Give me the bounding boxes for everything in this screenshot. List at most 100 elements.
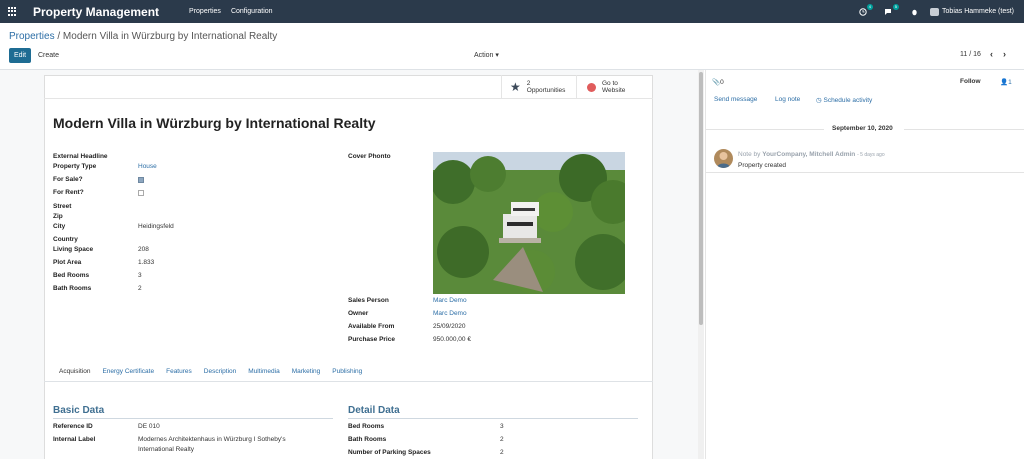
for-rent-checkbox[interactable] [138, 190, 144, 196]
followers-button[interactable]: 👤1 [1000, 78, 1012, 86]
label-purchase-price: Purchase Price [348, 336, 395, 343]
pager-next-icon[interactable]: › [1003, 49, 1006, 59]
value-bath-rooms: 2 [138, 285, 142, 292]
value-purchase-price: 950.000,00 € [433, 336, 471, 343]
action-label: Action [474, 52, 494, 59]
user-avatar [930, 7, 940, 16]
label-reference-id: Reference ID [53, 423, 93, 430]
opportunities-count: 2 [526, 80, 531, 87]
tab-publishing[interactable]: Publishing [326, 368, 368, 375]
basic-data-divider [53, 418, 333, 419]
tab-features[interactable]: Features [160, 368, 198, 375]
opportunities-label: Opportunities [526, 87, 566, 94]
notebook-tabs: Acquisition Energy Certificate Features … [53, 368, 368, 375]
label-living-space: Living Space [53, 246, 94, 253]
messages-icon[interactable]: 5 [884, 4, 900, 16]
label-parking-spaces: Number of Parking Spaces [348, 449, 431, 456]
schedule-activity-button[interactable]: ◷ Schedule activity [816, 96, 872, 104]
note-time: - 5 days ago [857, 152, 885, 158]
pager-value[interactable]: 11 / 16 [960, 51, 981, 58]
value-owner[interactable]: Marc Demo [433, 310, 467, 317]
date-divider-right [904, 129, 1024, 130]
label-street: Street [53, 203, 72, 210]
label-zip: Zip [53, 213, 63, 220]
value-city: Heidingsfeld [138, 223, 174, 230]
value-reference-id: DE 010 [138, 423, 160, 430]
star-icon: ★ [510, 79, 521, 94]
label-bath-rooms: Bath Rooms [53, 285, 92, 292]
value-detail-bed-rooms: 3 [500, 423, 504, 430]
note-prefix: Note by [738, 151, 761, 158]
value-living-space: 208 [138, 246, 149, 253]
detail-data-title: Detail Data [348, 405, 400, 416]
breadcrumb-separator: / [57, 31, 61, 42]
form-scrollbar-thumb[interactable] [699, 72, 703, 325]
website-label: Website [602, 87, 626, 94]
button-box: ★ 2 Opportunities Go to Website [44, 75, 653, 99]
send-message-button[interactable]: Send message [714, 96, 757, 103]
menu-configuration[interactable]: Configuration [231, 8, 273, 15]
label-internal-label: Internal Label [53, 436, 96, 443]
tab-energy-certificate[interactable]: Energy Certificate [96, 368, 160, 375]
tab-acquisition[interactable]: Acquisition [53, 368, 96, 375]
go-to-label: Go to [602, 80, 618, 87]
tabs-divider [44, 381, 653, 382]
tab-multimedia[interactable]: Multimedia [242, 368, 285, 375]
globe-icon [587, 82, 596, 92]
label-cover-photo: Cover Phonto [348, 153, 391, 160]
edit-button[interactable]: Edit [9, 48, 31, 63]
website-button[interactable]: Go to Website [576, 75, 653, 99]
note-body: Property created [738, 162, 787, 169]
value-internal-label-line2: International Realty [138, 446, 195, 453]
label-external-headline: External Headline [53, 153, 108, 160]
label-city: City [53, 223, 66, 230]
attachments-count: 0 [720, 79, 724, 86]
user-icon: 👤 [1000, 79, 1009, 86]
label-available-from: Available From [348, 323, 395, 330]
menu-properties[interactable]: Properties [189, 8, 221, 15]
app-grid-icon[interactable] [8, 6, 18, 17]
label-for-sale: For Sale? [53, 176, 83, 183]
note-author[interactable]: YourCompany, Mitchell Admin [762, 151, 855, 158]
clock-icon: ◷ [816, 97, 822, 104]
caret-down-icon: ▾ [495, 52, 499, 59]
breadcrumb-parent[interactable]: Properties [9, 31, 55, 42]
schedule-activity-label: Schedule activity [823, 97, 873, 104]
label-country: Country [53, 236, 78, 243]
create-button[interactable]: Create [38, 48, 59, 63]
for-sale-checkbox[interactable] [138, 177, 144, 183]
value-sales-person[interactable]: Marc Demo [433, 297, 467, 304]
note-header: Note by YourCompany, Mitchell Admin - 5 … [738, 151, 885, 158]
activity-clock-icon[interactable]: 4 [858, 4, 874, 16]
value-bed-rooms: 3 [138, 272, 142, 279]
value-plot-area: 1.833 [138, 259, 155, 266]
action-dropdown[interactable]: Action ▾ [474, 51, 499, 59]
record-title[interactable]: Modern Villa in Würzburg by Internationa… [53, 115, 376, 131]
debug-bug-icon[interactable] [910, 7, 919, 16]
log-note-button[interactable]: Log note [775, 96, 800, 103]
pager-arrows: ‹ › [990, 49, 1006, 59]
value-property-type[interactable]: House [138, 163, 157, 170]
label-bed-rooms: Bed Rooms [53, 272, 90, 279]
tab-description[interactable]: Description [198, 368, 243, 375]
value-detail-bath-rooms: 2 [500, 436, 504, 443]
attachments-counter[interactable]: 📎0 [712, 78, 724, 86]
opportunities-button[interactable]: ★ 2 Opportunities [501, 75, 574, 99]
label-detail-bed-rooms: Bed Rooms [348, 423, 385, 430]
label-sales-person: Sales Person [348, 297, 389, 304]
label-for-rent: For Rent? [53, 189, 84, 196]
author-avatar[interactable] [714, 149, 733, 168]
date-divider-left [706, 129, 824, 130]
app-title[interactable]: Property Management [33, 5, 159, 19]
tab-marketing[interactable]: Marketing [286, 368, 327, 375]
website-text: Go to Website [602, 80, 625, 94]
activity-badge: 4 [866, 4, 874, 10]
cover-photo-image[interactable] [433, 152, 625, 294]
pager-previous-icon[interactable]: ‹ [990, 49, 993, 59]
message-divider [706, 172, 1024, 173]
follow-button[interactable]: Follow [960, 78, 981, 85]
systray: 4 5 Tobias Hammeke (test) [858, 0, 1014, 23]
label-plot-area: Plot Area [53, 259, 82, 266]
user-menu[interactable]: Tobias Hammeke (test) [930, 7, 1014, 16]
user-name: Tobias Hammeke (test) [942, 8, 1014, 15]
